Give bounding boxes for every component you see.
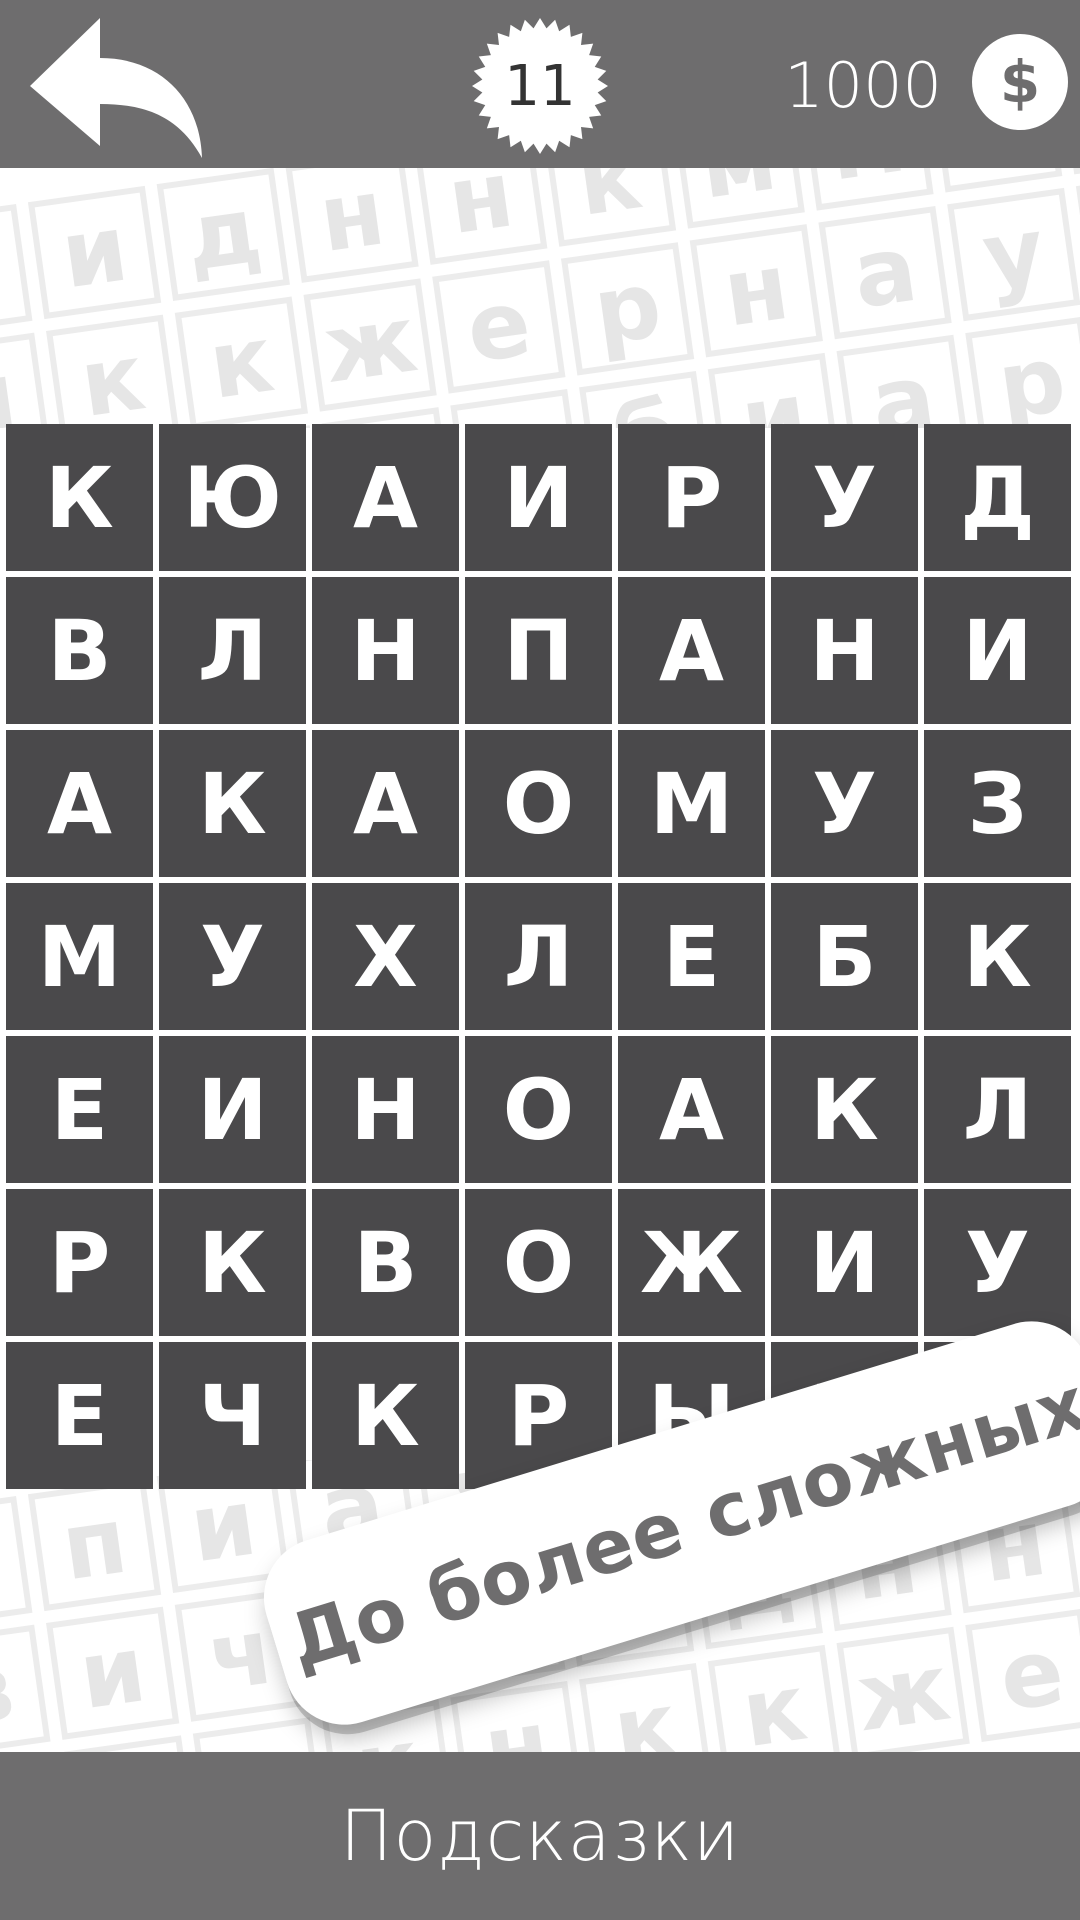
background-letter-pattern-top: кидннкммлкнккжернаулааозхбиаро [0, 168, 1080, 428]
background-tile: н [414, 168, 548, 265]
letter-cell[interactable]: П [465, 577, 612, 724]
background-tile: в [0, 1624, 51, 1758]
game-screen: кидннкммлкнккжернаулааозхбиаро впиаууеео… [0, 0, 1080, 1920]
coins-count: 1000 [784, 49, 942, 122]
background-tile: ж [836, 1626, 970, 1760]
letter-cell[interactable]: Б [771, 883, 918, 1030]
background-tile: к [0, 203, 33, 338]
letter-cell[interactable]: И [771, 1189, 918, 1336]
letter-cell[interactable]: О [465, 1189, 612, 1336]
background-tile: и [27, 185, 162, 320]
letter-cell[interactable]: У [159, 883, 306, 1030]
level-number: 11 [504, 53, 576, 119]
background-tile: а [818, 206, 952, 340]
background-tile: к [579, 1662, 713, 1760]
letter-cell[interactable]: А [312, 730, 459, 877]
background-tile: у [947, 187, 1080, 322]
letter-cell[interactable]: Х [312, 883, 459, 1030]
letter-cell[interactable]: Е [6, 1342, 153, 1489]
background-tile: к [707, 1644, 842, 1760]
letter-cell[interactable]: Е [6, 1036, 153, 1183]
letter-cell[interactable]: Ю [159, 424, 306, 571]
letter-cell[interactable]: К [6, 424, 153, 571]
letter-cell[interactable]: М [6, 883, 153, 1030]
hints-button[interactable]: Подсказки [0, 1752, 1080, 1920]
background-tile: к [46, 314, 180, 428]
background-tile: а [836, 334, 970, 428]
background-tile: л [929, 168, 1063, 193]
back-button[interactable] [30, 18, 210, 158]
letter-cell[interactable]: Л [924, 1036, 1071, 1183]
background-tile: х [450, 389, 584, 428]
background-tile: д [156, 168, 290, 302]
letter-cell[interactable]: Р [6, 1189, 153, 1336]
letter-cell[interactable]: К [312, 1342, 459, 1489]
background-tile: к [542, 168, 677, 247]
letter-cell[interactable]: Н [312, 577, 459, 724]
letter-board: КЮАИРУДВЛНПАНИАКАОМУЗМУХЛЕБКЕИНОАКЛРКВОЖ… [6, 424, 1078, 1492]
coin-icon[interactable]: $ [972, 34, 1068, 130]
letter-cell[interactable]: Л [465, 883, 612, 1030]
letter-cell[interactable]: Л [159, 577, 306, 724]
background-tile: и [46, 1606, 180, 1740]
letter-cell[interactable]: И [159, 1036, 306, 1183]
background-tile: н [689, 224, 823, 358]
letter-cell[interactable]: Н [771, 577, 918, 724]
letter-cell[interactable]: О [465, 1036, 612, 1183]
letter-cell[interactable]: А [312, 424, 459, 571]
letter-cell[interactable]: З [924, 730, 1071, 877]
background-tile: е [432, 260, 566, 394]
letter-cell[interactable]: В [6, 577, 153, 724]
letter-cell[interactable]: А [6, 730, 153, 877]
letter-cell[interactable]: У [771, 730, 918, 877]
letter-cell[interactable]: К [924, 883, 1071, 1030]
background-tile: в [0, 1495, 33, 1630]
background-tile: р [560, 242, 695, 376]
background-tile: м [671, 168, 805, 229]
letter-cell[interactable]: О [465, 730, 612, 877]
background-tile: р [965, 316, 1080, 428]
background-tile: е [965, 1608, 1080, 1742]
background-tile: б [579, 370, 713, 428]
letter-cell[interactable]: И [924, 577, 1071, 724]
letter-cell[interactable]: Ч [159, 1342, 306, 1489]
letter-cell[interactable]: Д [924, 424, 1071, 571]
letter-cell[interactable]: К [159, 730, 306, 877]
level-badge: 11 [470, 16, 610, 156]
letter-cell[interactable]: Ж [618, 1189, 765, 1336]
letter-cell[interactable]: Е [618, 883, 765, 1030]
letter-cell[interactable]: Н [312, 1036, 459, 1183]
background-tile: и [707, 352, 842, 428]
letter-cell[interactable]: К [771, 1036, 918, 1183]
letter-cell[interactable]: А [618, 1036, 765, 1183]
background-tile: н [450, 1681, 584, 1760]
letter-cell[interactable]: Р [618, 424, 765, 571]
top-bar: 11 1000 $ [0, 0, 1080, 168]
background-tile: м [800, 168, 934, 211]
letter-cell[interactable]: У [924, 1189, 1071, 1336]
letter-cell[interactable]: В [312, 1189, 459, 1336]
letter-cell[interactable]: У [771, 424, 918, 571]
background-tile: п [27, 1477, 162, 1612]
letter-cell[interactable]: А [618, 577, 765, 724]
letter-cell[interactable]: К [159, 1189, 306, 1336]
background-tile: н [0, 332, 51, 428]
letter-cell[interactable]: М [618, 730, 765, 877]
background-tile: ж [303, 278, 437, 412]
background-tile: к [174, 296, 309, 428]
hints-label: Подсказки [339, 1795, 741, 1877]
letter-cell[interactable]: И [465, 424, 612, 571]
back-arrow-icon [30, 18, 202, 158]
background-tile: н [285, 168, 419, 283]
